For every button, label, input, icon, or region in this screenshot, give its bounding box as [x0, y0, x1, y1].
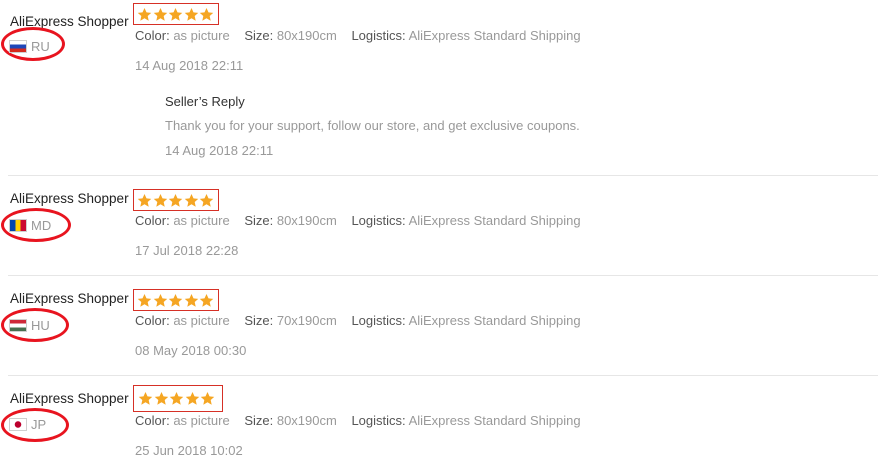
logistics-attribute: Logistics: AliExpress Standard Shipping: [351, 313, 580, 328]
review-date: 14 Aug 2018 22:11: [135, 58, 244, 73]
color-attribute: Color: as picture: [135, 313, 230, 328]
logistics-value: AliExpress Standard Shipping: [408, 313, 581, 328]
order-attributes: Color: as picture Size: 80x190cm Logisti…: [135, 413, 592, 429]
order-attributes: Color: as picture Size: 80x190cm Logisti…: [135, 28, 592, 44]
logistics-value: AliExpress Standard Shipping: [408, 213, 581, 228]
star-icon: [200, 391, 215, 406]
review-date: 17 Jul 2018 22:28: [135, 243, 239, 258]
star-icon: [138, 391, 153, 406]
buyer-country: MD: [10, 217, 51, 233]
buyer-country: HU: [10, 317, 50, 333]
country-code: RU: [31, 38, 50, 54]
logistics-value: AliExpress Standard Shipping: [408, 28, 581, 43]
star-icon: [199, 293, 214, 308]
color-label: Color:: [135, 413, 170, 428]
color-value: as picture: [173, 213, 230, 228]
logistics-attribute: Logistics: AliExpress Standard Shipping: [351, 413, 580, 428]
review-item: AliExpress Shopper RU Color: as picture …: [0, 3, 878, 173]
star-rating: [133, 189, 219, 211]
size-value: 80x190cm: [276, 413, 337, 428]
color-value: as picture: [173, 313, 230, 328]
logistics-label: Logistics:: [351, 28, 406, 43]
star-icon: [185, 391, 200, 406]
country-code: JP: [31, 416, 47, 432]
star-icon: [169, 391, 184, 406]
color-attribute: Color: as picture: [135, 28, 230, 43]
size-value: 80x190cm: [276, 213, 337, 228]
review-date: 25 Jun 2018 10:02: [135, 443, 243, 458]
seller-reply-text: Thank you for your support, follow our s…: [165, 118, 580, 133]
star-icon: [137, 7, 152, 22]
order-attributes: Color: as picture Size: 80x190cm Logisti…: [135, 213, 592, 229]
russia-flag-icon: [10, 40, 26, 52]
color-attribute: Color: as picture: [135, 413, 230, 428]
size-label: Size:: [244, 28, 274, 43]
star-icon: [199, 193, 214, 208]
divider: [8, 375, 878, 376]
star-icon: [153, 193, 168, 208]
star-icon: [168, 293, 183, 308]
star-rating: [133, 385, 223, 412]
logistics-attribute: Logistics: AliExpress Standard Shipping: [351, 213, 580, 228]
star-icon: [153, 7, 168, 22]
buyer-country: JP: [10, 416, 46, 432]
color-label: Color:: [135, 313, 170, 328]
seller-reply-date: 14 Aug 2018 22:11: [165, 143, 274, 158]
size-attribute: Size: 80x190cm: [244, 28, 337, 43]
size-attribute: Size: 70x190cm: [244, 313, 337, 328]
buyer-name: AliExpress Shopper: [10, 291, 129, 306]
logistics-label: Logistics:: [351, 213, 406, 228]
buyer-name: AliExpress Shopper: [10, 191, 129, 206]
size-value: 80x190cm: [276, 28, 337, 43]
logistics-label: Logistics:: [351, 413, 406, 428]
color-value: as picture: [173, 413, 230, 428]
size-attribute: Size: 80x190cm: [244, 413, 337, 428]
size-label: Size:: [244, 413, 274, 428]
order-attributes: Color: as picture Size: 70x190cm Logisti…: [135, 313, 592, 329]
japan-flag-icon: [10, 418, 26, 430]
star-rating: [133, 3, 219, 25]
color-value: as picture: [173, 28, 230, 43]
country-code: HU: [31, 317, 50, 333]
star-rating: [133, 289, 219, 311]
star-icon: [168, 193, 183, 208]
size-value: 70x190cm: [276, 313, 337, 328]
buyer-name: AliExpress Shopper: [10, 391, 129, 406]
seller-reply-title: Seller’s Reply: [165, 94, 245, 109]
star-icon: [184, 193, 199, 208]
divider: [8, 175, 878, 176]
divider: [8, 275, 878, 276]
color-attribute: Color: as picture: [135, 213, 230, 228]
star-icon: [184, 7, 199, 22]
logistics-label: Logistics:: [351, 313, 406, 328]
buyer-country: RU: [10, 38, 50, 54]
hungary-flag-icon: [10, 319, 26, 331]
color-label: Color:: [135, 213, 170, 228]
size-attribute: Size: 80x190cm: [244, 213, 337, 228]
star-icon: [199, 7, 214, 22]
star-icon: [184, 293, 199, 308]
size-label: Size:: [244, 213, 274, 228]
size-label: Size:: [244, 313, 274, 328]
color-label: Color:: [135, 28, 170, 43]
moldova-flag-icon: [10, 219, 26, 231]
star-icon: [137, 293, 152, 308]
star-icon: [154, 391, 169, 406]
country-code: MD: [31, 217, 52, 233]
review-item: AliExpress Shopper JP Color: as picture …: [0, 385, 878, 475]
logistics-value: AliExpress Standard Shipping: [408, 413, 581, 428]
review-date: 08 May 2018 00:30: [135, 343, 247, 358]
star-icon: [137, 193, 152, 208]
star-icon: [168, 7, 183, 22]
logistics-attribute: Logistics: AliExpress Standard Shipping: [351, 28, 580, 43]
star-icon: [153, 293, 168, 308]
